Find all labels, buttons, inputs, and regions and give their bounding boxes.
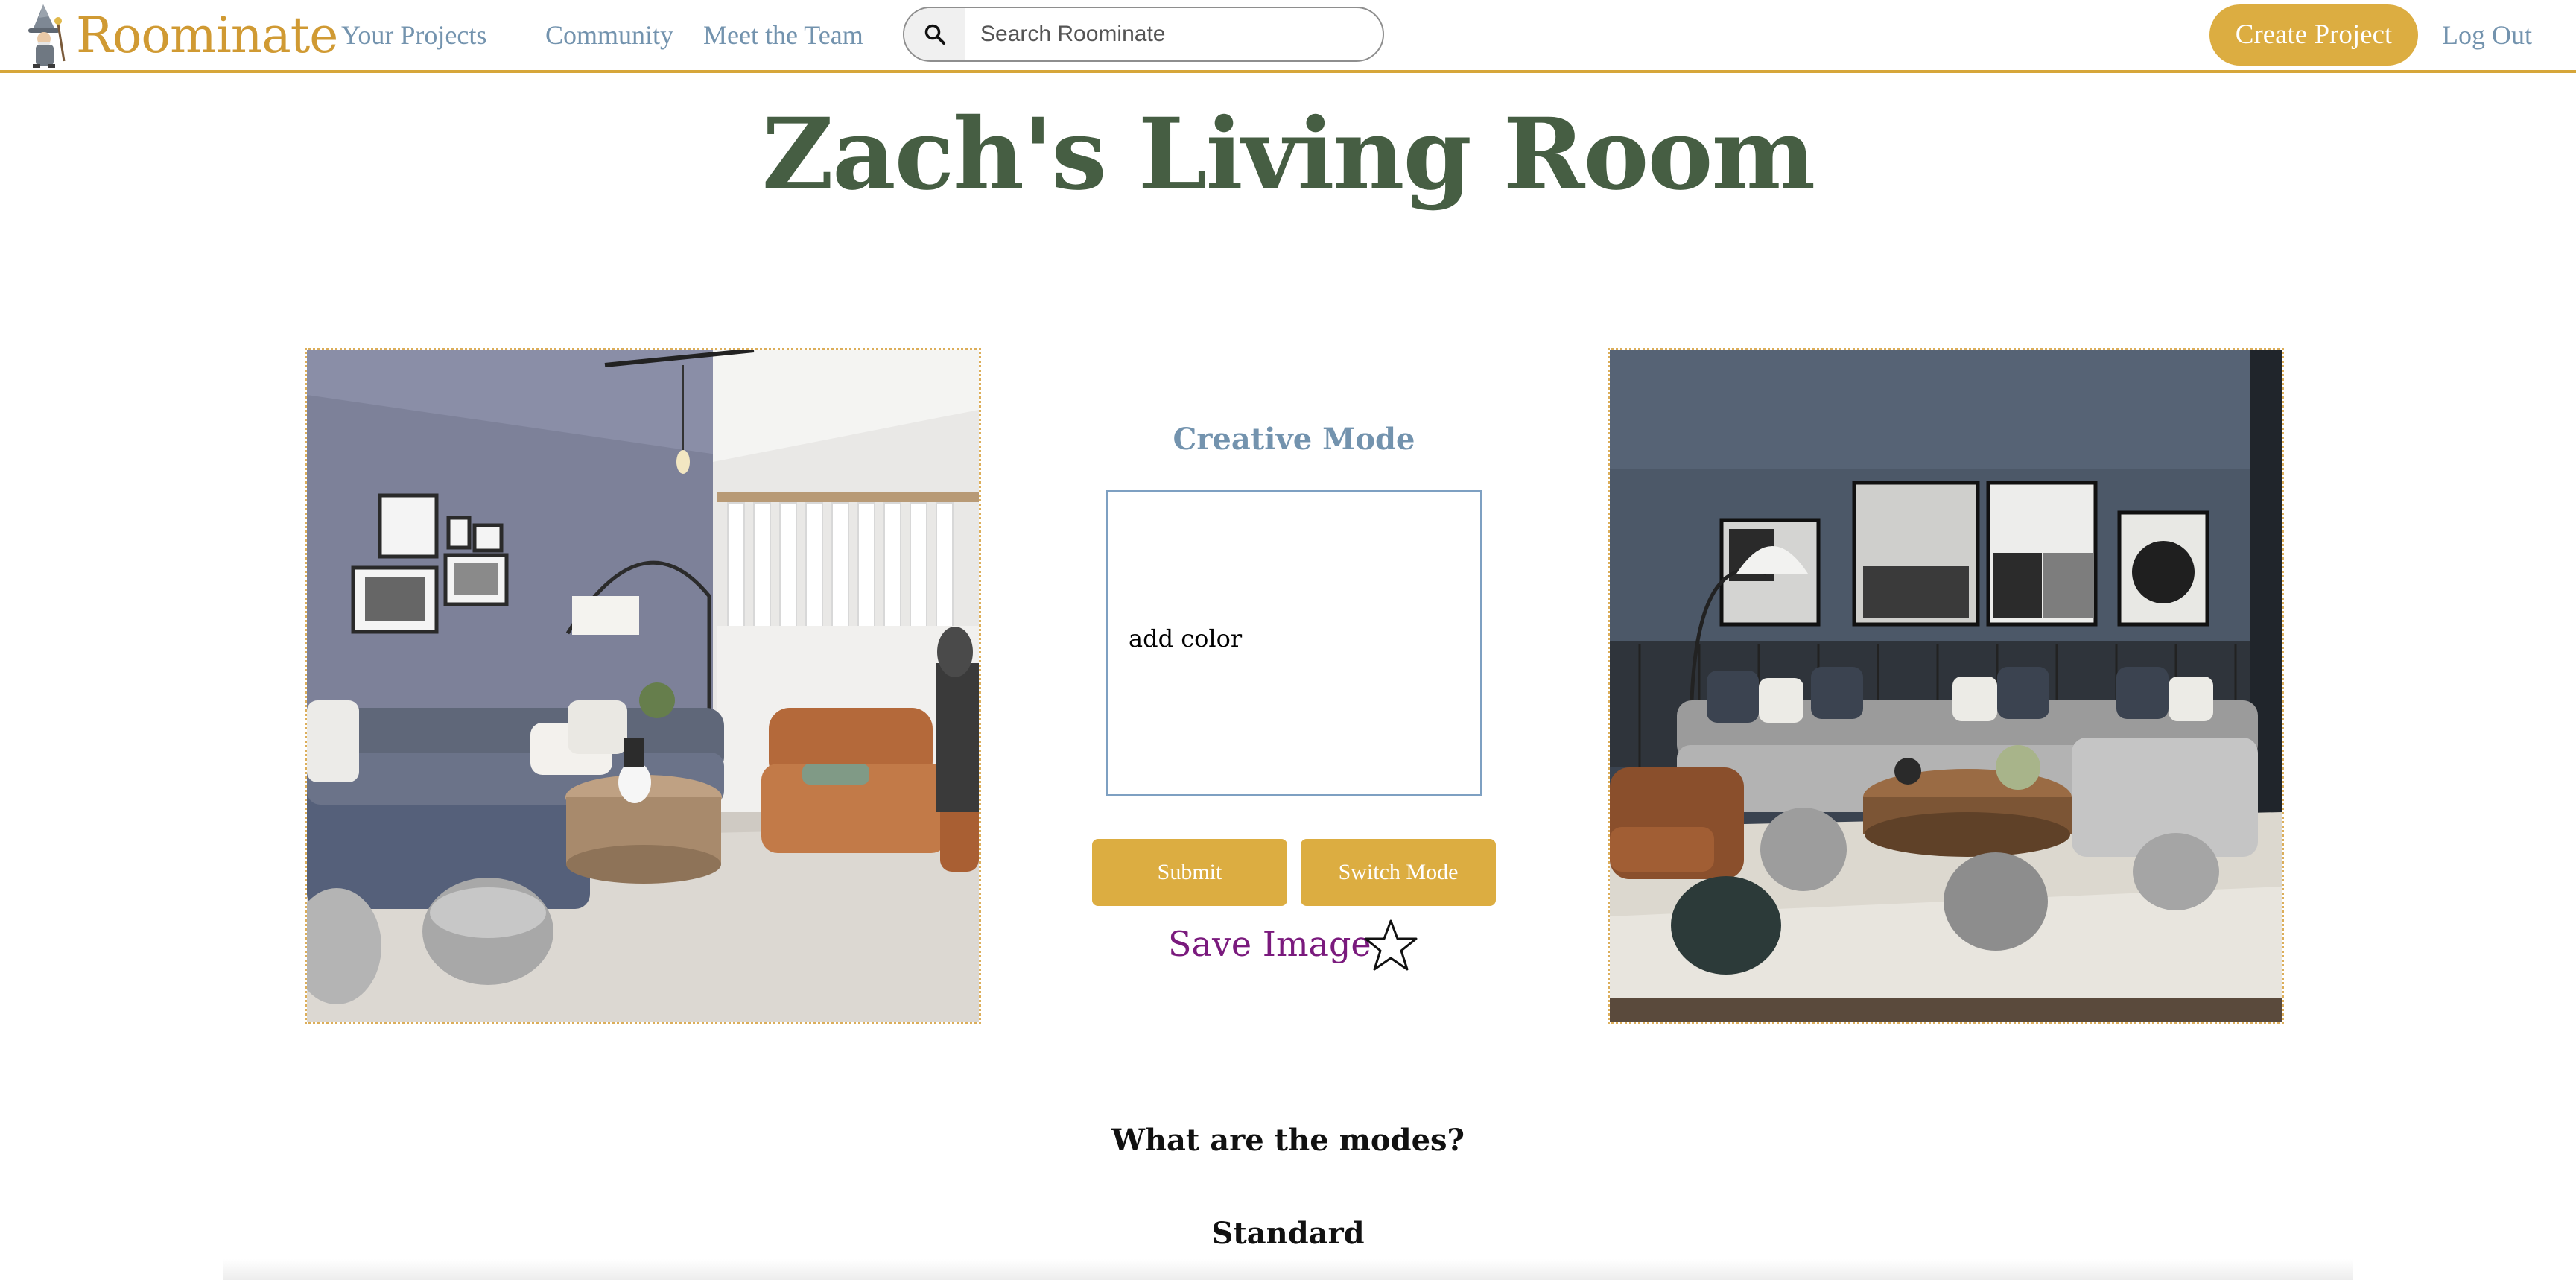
modes-heading: What are the modes? bbox=[1111, 1123, 1465, 1158]
prompt-text: add color bbox=[1129, 624, 1243, 653]
prompt-textarea[interactable]: add color bbox=[1106, 490, 1482, 796]
mode-title: Creative Mode bbox=[1173, 422, 1415, 457]
create-project-button[interactable]: Create Project bbox=[2209, 4, 2418, 66]
save-image-label[interactable]: Save Image bbox=[1168, 924, 1371, 964]
nav-meet-the-team[interactable]: Meet the Team bbox=[703, 16, 863, 54]
wizard-logo-icon[interactable] bbox=[16, 1, 74, 69]
search-button[interactable] bbox=[904, 8, 965, 60]
content-card-edge bbox=[223, 1259, 2353, 1280]
search-input[interactable] bbox=[980, 8, 1368, 60]
switch-mode-button[interactable]: Switch Mode bbox=[1301, 839, 1496, 906]
search-bar bbox=[903, 7, 1384, 62]
search-icon bbox=[924, 24, 945, 45]
logout-link[interactable]: Log Out bbox=[2442, 16, 2532, 54]
generated-room-image bbox=[1608, 348, 2284, 1024]
star-outline-icon[interactable] bbox=[1363, 918, 1418, 973]
standard-heading: Standard bbox=[1211, 1216, 1365, 1251]
nav-community[interactable]: Community bbox=[545, 16, 673, 54]
original-room-image bbox=[305, 348, 981, 1024]
page-title: Zach's Living Room bbox=[761, 97, 1815, 212]
nav-your-projects[interactable]: Your Projects bbox=[341, 16, 486, 54]
brand-name[interactable]: Roominate bbox=[76, 3, 338, 69]
top-navbar: Roominate Your Projects Community Meet t… bbox=[0, 0, 2576, 73]
submit-button[interactable]: Submit bbox=[1092, 839, 1287, 906]
